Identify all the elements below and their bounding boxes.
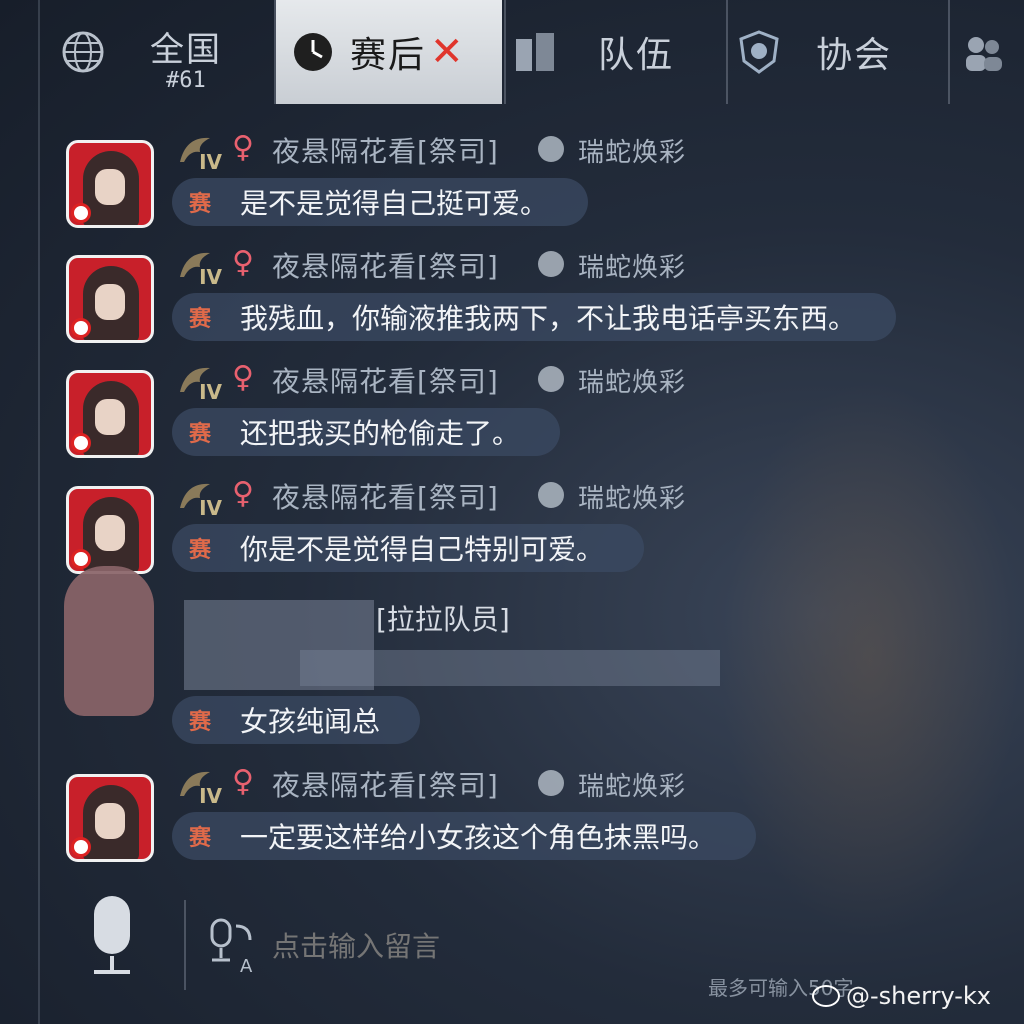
weibo-icon: [812, 985, 840, 1007]
gender-female-icon: ♀: [232, 130, 254, 165]
match-tag: 赛: [188, 192, 211, 217]
rank-tier: IV: [199, 150, 222, 174]
match-tag: 赛: [188, 538, 211, 563]
match-tag: 赛: [188, 307, 211, 332]
chat-message: IV ♀ 夜悬隔花看[祭司] 瑞蛇焕彩 赛 一定要这样给小女孩这个角色抹黑吗。: [0, 758, 1024, 868]
watermark-text: @-sherry-kx: [846, 982, 991, 1010]
message-text: 我残血，你输液推我两下，不让我电话亭买东西。: [240, 302, 857, 335]
message-input[interactable]: [270, 930, 694, 964]
chat-message: IV ♀ 夜悬隔花看[祭司] 瑞蛇焕彩 赛 你是不是觉得自己特别可爱。: [0, 470, 1024, 580]
title-icon: [538, 366, 564, 392]
rank-badge-icon: IV: [176, 132, 222, 174]
rank-tier: IV: [199, 496, 222, 520]
svg-text:A: A: [240, 956, 253, 976]
tab-team[interactable]: 队伍: [512, 0, 722, 104]
tab-guild[interactable]: 协会: [736, 0, 936, 104]
player-title: 瑞蛇焕彩: [578, 368, 687, 398]
record-badge-icon: [71, 549, 91, 569]
message-text: 是不是觉得自己挺可爱。: [240, 187, 549, 220]
friends-icon: [960, 29, 1006, 75]
rank-tier: IV: [199, 380, 222, 404]
gender-female-icon: ♀: [232, 476, 254, 511]
message-text: 一定要这样给小女孩这个角色抹黑吗。: [240, 821, 717, 854]
channel-tabs: 全国 #61 赛后 ✕ 队伍 协会: [0, 0, 1024, 108]
player-title: 瑞蛇焕彩: [578, 484, 687, 514]
avatar[interactable]: [66, 486, 154, 574]
rank-badge-icon: IV: [176, 247, 222, 289]
tab-divider: [726, 0, 728, 104]
tab-guild-label: 协会: [816, 35, 893, 76]
avatar[interactable]: [66, 774, 154, 862]
match-tag: 赛: [188, 826, 211, 851]
chat-message: IV ♀ 夜悬隔花看[祭司] 瑞蛇焕彩 赛 是不是觉得自己挺可爱。: [0, 124, 1024, 234]
tab-postmatch[interactable]: 赛后 ✕: [276, 0, 502, 104]
title-icon: [538, 482, 564, 508]
close-icon[interactable]: ✕: [430, 29, 464, 75]
tab-postmatch-label: 赛后: [350, 35, 427, 76]
redacted-text: [300, 650, 720, 686]
message-bubble: 赛 你是不是觉得自己特别可爱。: [172, 524, 645, 572]
message-text: 还把我买的枪偷走了。: [240, 417, 521, 450]
watermark: @-sherry-kx: [812, 982, 991, 1010]
clock-icon: [290, 29, 336, 75]
tab-team-label: 队伍: [598, 35, 675, 76]
record-badge-icon: [71, 837, 91, 857]
avatar[interactable]: [66, 255, 154, 343]
rank-badge-icon: IV: [176, 766, 222, 808]
title-icon: [538, 136, 564, 162]
username-role: [拉拉队员]: [376, 603, 510, 636]
title-icon: [538, 770, 564, 796]
national-rank: #61: [166, 68, 206, 93]
chat-message: IV ♀ 夜悬隔花看[祭司] 瑞蛇焕彩 赛 我残血，你输液推我两下，不让我电话亭…: [0, 239, 1024, 349]
record-badge-icon: [71, 203, 91, 223]
message-text: 你是不是觉得自己特别可爱。: [240, 533, 605, 566]
title-icon: [538, 251, 564, 277]
guild-shield-icon: [736, 29, 782, 75]
redacted-avatar: [64, 566, 154, 716]
gender-female-icon: ♀: [232, 764, 254, 799]
match-tag: 赛: [188, 710, 211, 735]
gender-female-icon: ♀: [232, 360, 254, 395]
globe-icon: [60, 29, 106, 75]
tab-national-label: 全国: [150, 30, 222, 70]
avatar[interactable]: [66, 140, 154, 228]
rank-tier: IV: [199, 784, 222, 808]
record-badge-icon: [71, 433, 91, 453]
avatar[interactable]: [66, 370, 154, 458]
tab-divider: [948, 0, 950, 104]
message-bubble: 赛 女孩纯闻总: [172, 696, 421, 744]
rank-badge-icon: IV: [176, 362, 222, 404]
message-bubble: 赛 一定要这样给小女孩这个角色抹黑吗。: [172, 812, 757, 860]
message-bubble: 赛 是不是觉得自己挺可爱。: [172, 178, 589, 226]
tab-divider: [504, 0, 506, 104]
player-title: 瑞蛇焕彩: [578, 138, 687, 168]
username[interactable]: 夜悬隔花看[祭司]: [272, 476, 499, 516]
username[interactable]: 夜悬隔花看[祭司]: [272, 130, 499, 170]
microphone-icon[interactable]: [88, 896, 136, 980]
input-divider: [184, 900, 186, 990]
username[interactable]: 夜悬隔花看[祭司]: [272, 245, 499, 285]
rank-badge-icon: IV: [176, 478, 222, 520]
tab-national[interactable]: 全国 #61: [60, 0, 270, 104]
message-bubble: 赛 还把我买的枪偷走了。: [172, 408, 561, 456]
message-bubble: 赛 我残血，你输液推我两下，不让我电话亭买东西。: [172, 293, 897, 341]
rank-tier: IV: [199, 265, 222, 289]
chat-message: IV ♀ 夜悬隔花看[祭司] 瑞蛇焕彩 赛 还把我买的枪偷走了。: [0, 354, 1024, 464]
gender-female-icon: ♀: [232, 245, 254, 280]
username[interactable]: 夜悬隔花看[祭司]: [272, 360, 499, 400]
player-title: 瑞蛇焕彩: [578, 253, 687, 283]
team-icon: [512, 29, 558, 75]
translate-icon[interactable]: A: [206, 916, 260, 984]
message-text: 女孩纯闻总: [240, 705, 381, 738]
record-badge-icon: [71, 318, 91, 338]
match-tag: 赛: [188, 422, 211, 447]
username[interactable]: 夜悬隔花看[祭司]: [272, 764, 499, 804]
player-title: 瑞蛇焕彩: [578, 772, 687, 802]
tab-friends[interactable]: [960, 0, 1024, 104]
